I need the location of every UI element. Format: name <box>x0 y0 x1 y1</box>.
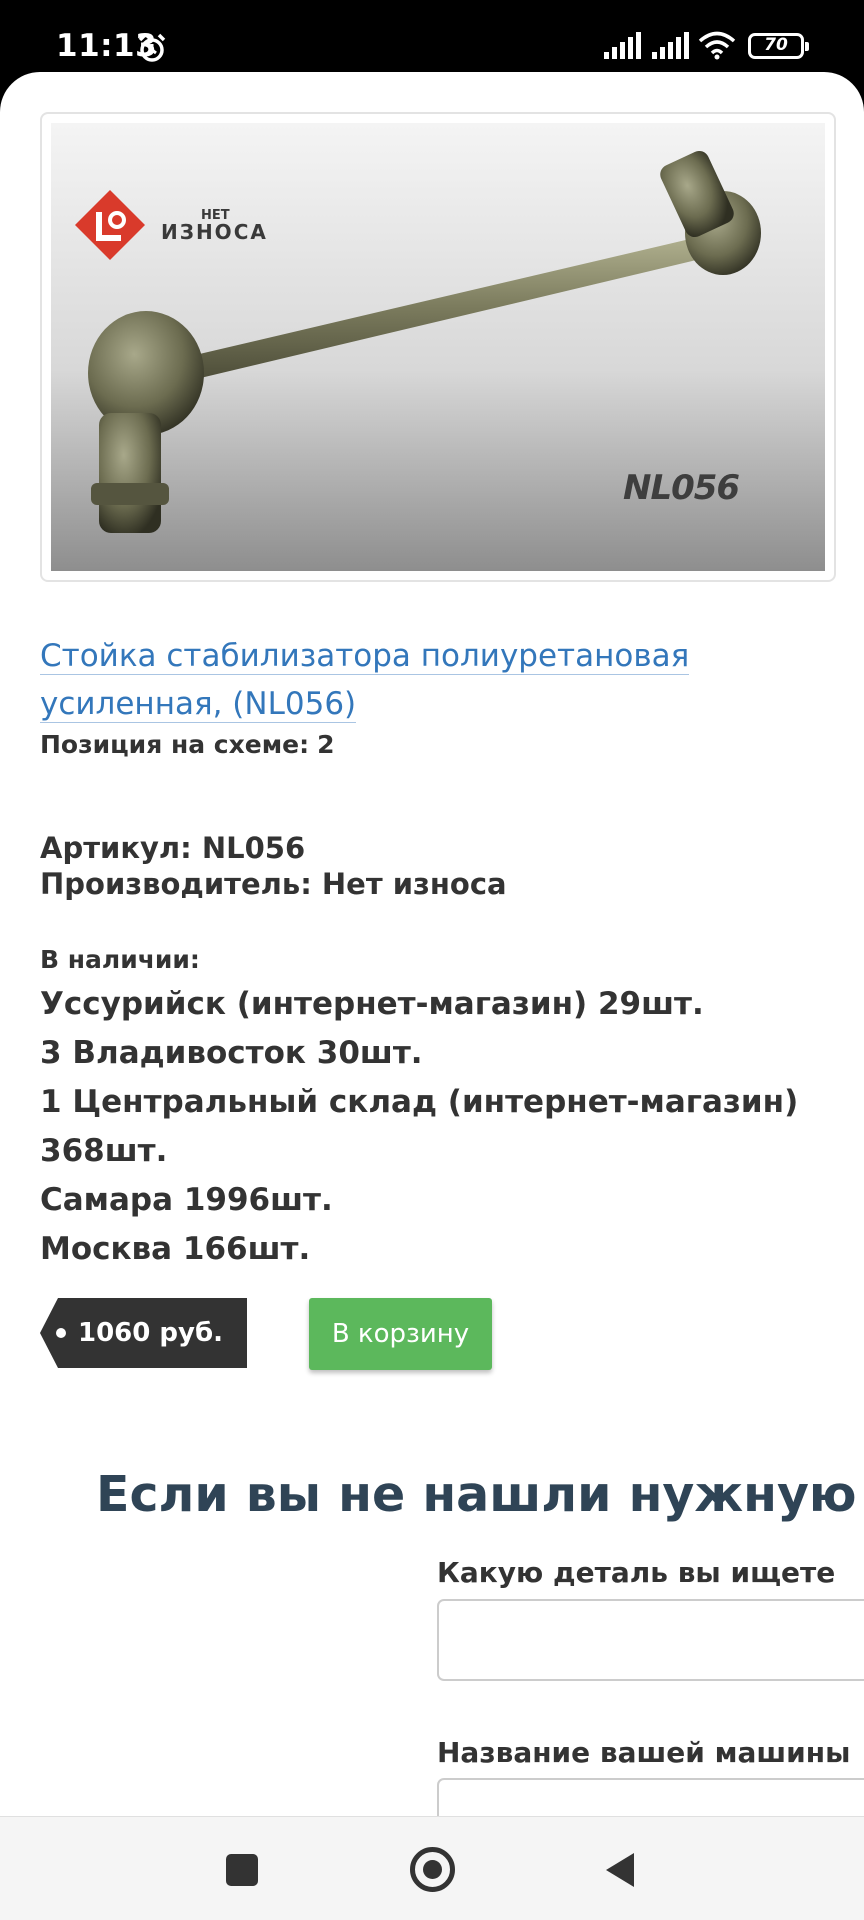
stock-item: Самара 1996шт. <box>40 1182 333 1218</box>
product-title-link[interactable]: Стойка стабилизатора полиуретановая усил… <box>40 632 830 728</box>
svg-text:ИЗНОСА: ИЗНОСА <box>161 220 268 244</box>
stock-item: 1 Центральный склад (интернет-магазин) 3… <box>40 1084 799 1169</box>
recents-square-icon[interactable] <box>226 1854 258 1886</box>
part-input[interactable] <box>437 1599 864 1681</box>
price-tag: 1060 руб. <box>40 1298 247 1368</box>
product-image-frame[interactable]: НЕТ ИЗНОСА NL056 <box>40 112 836 582</box>
manufacturer: Производитель: Нет износа <box>40 867 507 901</box>
price-tag-hole-icon <box>56 1328 66 1338</box>
stock-list: Уссурийск (интернет-магазин) 29шт. 3 Вла… <box>40 980 820 1274</box>
brand-logo-icon <box>75 190 145 260</box>
price-value: 1060 руб. <box>78 1318 224 1348</box>
home-circle-icon[interactable] <box>410 1847 455 1892</box>
article-number: Артикул: NL056 <box>40 831 306 865</box>
battery-level: 70 <box>764 35 788 55</box>
page-content: НЕТ ИЗНОСА NL056 Стойка стабилизатора по… <box>0 72 864 1816</box>
product-title-text: Стойка стабилизатора полиуретановая усил… <box>40 638 690 723</box>
alarm-icon <box>138 33 166 62</box>
stock-item: Уссурийск (интернет-магазин) 29шт. <box>40 986 704 1022</box>
battery-icon: 70 <box>748 33 809 59</box>
wifi-icon <box>698 31 736 60</box>
signal-icon <box>652 32 689 59</box>
system-nav-bar <box>0 1816 864 1920</box>
request-form-heading: Если вы не нашли нужную запча <box>96 1466 864 1523</box>
stock-item: Москва 166шт. <box>40 1231 311 1267</box>
product-image[interactable]: НЕТ ИЗНОСА NL056 <box>51 123 825 571</box>
image-part-label: NL056 <box>623 468 740 508</box>
position-label: Позиция на схеме: <box>40 730 310 759</box>
back-triangle-icon[interactable] <box>604 1851 636 1889</box>
car-input[interactable] <box>437 1778 864 1816</box>
add-to-cart-button[interactable]: В корзину <box>309 1298 492 1370</box>
car-field-label: Название вашей машины <box>437 1736 851 1769</box>
stock-item: 3 Владивосток 30шт. <box>40 1035 423 1071</box>
position-value: 2 <box>317 730 335 759</box>
signal-icon <box>604 32 641 59</box>
scheme-position: Позиция на схеме: 2 <box>40 730 335 759</box>
stock-label: В наличии: <box>40 945 200 974</box>
brand-logo-text: НЕТ ИЗНОСА <box>161 208 268 244</box>
part-field-label: Какую деталь вы ищете <box>437 1556 836 1589</box>
